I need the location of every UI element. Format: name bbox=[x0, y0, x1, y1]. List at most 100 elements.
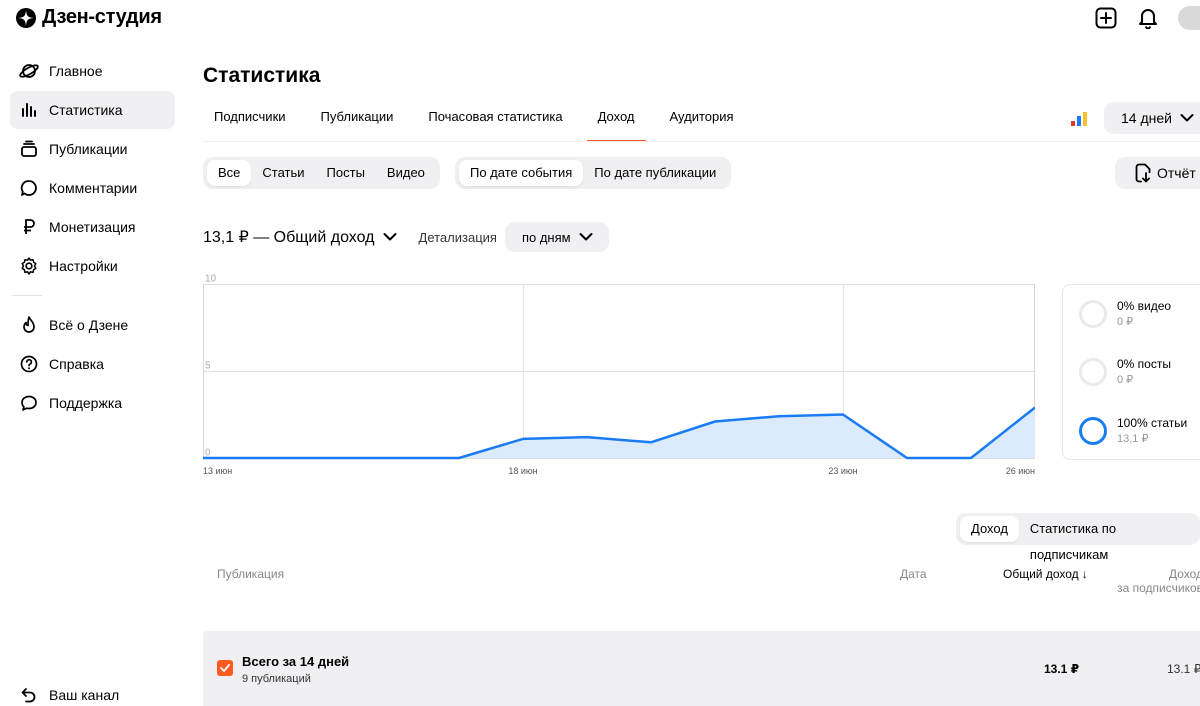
sidebar-bottom: Ваш канал bbox=[10, 676, 119, 706]
table-mode-switch: Доход Статистика по подписчикам bbox=[956, 513, 1200, 562]
chevron-down-icon bbox=[383, 233, 397, 241]
chat-icon bbox=[19, 393, 39, 413]
tab-income[interactable]: Доход bbox=[586, 104, 646, 142]
table-tab-income[interactable]: Доход bbox=[960, 516, 1019, 542]
question-icon bbox=[19, 354, 39, 374]
column-date[interactable]: Дата bbox=[900, 567, 927, 581]
sidebar-item-monetization[interactable]: Монетизация bbox=[10, 208, 175, 246]
share-articles: 100% статьи 13,1 ₽ bbox=[1079, 416, 1187, 445]
table-row-total: Всего за 14 дней 9 публикаций 13.1 ₽ 13.… bbox=[203, 631, 1200, 706]
comment-icon bbox=[19, 178, 39, 198]
share-video: 0% видео 0 ₽ bbox=[1079, 299, 1171, 328]
sidebar-item-help[interactable]: Справка bbox=[10, 345, 175, 383]
sidebar-item-label: Справка bbox=[49, 356, 104, 372]
chart-x-tick-label: 13 июн bbox=[203, 466, 232, 476]
tab-publications[interactable]: Публикации bbox=[310, 104, 405, 142]
share-percent: 100% статьи bbox=[1117, 416, 1188, 430]
filter-by-event-date[interactable]: По дате события bbox=[459, 160, 584, 186]
total-income-select[interactable]: 13,1 ₽ — Общий доход bbox=[203, 227, 397, 247]
content-type-filter: Все Статьи Посты Видео bbox=[203, 157, 440, 189]
sidebar-item-your-channel[interactable]: Ваш канал bbox=[10, 676, 119, 706]
bell-icon bbox=[1139, 9, 1157, 29]
detail-select[interactable]: по дням bbox=[504, 222, 609, 252]
income-summary: 13,1 ₽ — Общий доход Детализация по дням bbox=[203, 222, 609, 252]
detail-label: Детализация bbox=[418, 229, 497, 245]
filter-articles[interactable]: Статьи bbox=[251, 160, 315, 186]
tab-audience[interactable]: Аудитория bbox=[659, 104, 745, 142]
filter-video[interactable]: Видео bbox=[376, 160, 436, 186]
zen-logo-icon bbox=[16, 7, 36, 28]
total-checkbox[interactable] bbox=[217, 660, 233, 676]
chevron-down-icon bbox=[579, 233, 593, 241]
share-ring bbox=[1079, 417, 1107, 445]
filter-posts[interactable]: Посты bbox=[316, 160, 376, 186]
back-arrow-icon bbox=[19, 685, 39, 705]
sort-arrow-icon: ↓ bbox=[1081, 567, 1088, 581]
share-amount: 13,1 ₽ bbox=[1117, 433, 1149, 445]
column-subscriber-income-line1: Доход bbox=[1168, 567, 1200, 581]
gear-icon bbox=[19, 256, 39, 276]
total-row-subtitle: 9 публикаций bbox=[242, 673, 311, 685]
chart-type-icon[interactable] bbox=[1071, 110, 1089, 126]
total-income-label: 13,1 ₽ — Общий доход bbox=[203, 229, 375, 246]
ruble-icon bbox=[19, 217, 39, 237]
income-chart: 051013 июн 18 июн 23 июн 26 июн bbox=[203, 274, 1035, 476]
sidebar-item-home[interactable]: Главное bbox=[10, 52, 175, 90]
date-mode-filter: По дате события По дате публикации bbox=[455, 157, 732, 189]
chart-y-tick-label: 10 bbox=[205, 274, 217, 285]
filter-all[interactable]: Все bbox=[207, 160, 252, 186]
tabs-divider bbox=[203, 141, 1200, 142]
avatar[interactable] bbox=[1178, 6, 1200, 30]
share-percent: 0% видео bbox=[1117, 299, 1172, 313]
flame-icon bbox=[19, 315, 39, 335]
sidebar-item-support[interactable]: Поддержка bbox=[10, 384, 175, 422]
column-subscriber-income-line2: за подписчиков bbox=[1117, 581, 1200, 595]
sidebar-item-statistics[interactable]: Статистика bbox=[10, 91, 175, 129]
file-download-icon bbox=[1135, 163, 1151, 183]
sidebar: Главное Статистика Публикации Комментари… bbox=[10, 52, 175, 423]
column-total-income[interactable]: Общий доход ↓ bbox=[1003, 567, 1088, 581]
app-logo[interactable]: Дзен-студия bbox=[16, 6, 162, 29]
sidebar-item-settings[interactable]: Настройки bbox=[10, 247, 175, 285]
chart-x-tick-label: 26 июн bbox=[1006, 466, 1035, 476]
bar-chart-icon bbox=[19, 100, 39, 120]
period-label: 14 дней bbox=[1121, 110, 1172, 126]
sidebar-divider bbox=[12, 295, 42, 296]
sidebar-item-label: Главное bbox=[49, 63, 103, 79]
content-share-panel: 0% видео 0 ₽ 0% посты 0 ₽ 100% статьи 13… bbox=[1062, 284, 1200, 460]
sidebar-item-publications[interactable]: Публикации bbox=[10, 130, 175, 168]
sidebar-item-label: Монетизация bbox=[49, 219, 136, 235]
table-tab-subscriber-stats[interactable]: Статистика по подписчикам bbox=[1019, 516, 1196, 562]
planet-icon bbox=[19, 61, 39, 81]
share-percent: 0% посты bbox=[1117, 357, 1171, 371]
report-button[interactable]: Отчёт bbox=[1115, 157, 1200, 189]
column-publication[interactable]: Публикация bbox=[217, 567, 284, 581]
sidebar-item-about-zen[interactable]: Всё о Дзене bbox=[10, 306, 175, 344]
create-button[interactable] bbox=[1094, 6, 1118, 30]
detail-value: по дням bbox=[521, 229, 571, 245]
notifications-button[interactable] bbox=[1136, 6, 1160, 30]
check-icon bbox=[220, 664, 230, 672]
share-ring bbox=[1079, 300, 1107, 328]
tab-subscribers[interactable]: Подписчики bbox=[203, 104, 297, 142]
chart-area-fill bbox=[203, 407, 1035, 458]
total-row-subscriber-income: 13.1 ₽ bbox=[1167, 662, 1200, 676]
page-title: Статистика bbox=[203, 64, 321, 87]
sidebar-item-label: Всё о Дзене bbox=[49, 317, 129, 333]
sidebar-item-comments[interactable]: Комментарии bbox=[10, 169, 175, 207]
column-total-income-label: Общий доход bbox=[1003, 567, 1079, 581]
sidebar-item-label: Комментарии bbox=[49, 180, 138, 196]
period-select[interactable]: 14 дней bbox=[1104, 102, 1200, 134]
total-row-title: Всего за 14 дней bbox=[242, 654, 350, 669]
share-amount: 0 ₽ bbox=[1117, 374, 1134, 386]
share-ring bbox=[1079, 358, 1107, 386]
column-subscriber-income[interactable]: Доход за подписчиков bbox=[1113, 567, 1200, 595]
chevron-down-icon bbox=[1180, 114, 1194, 122]
filter-by-publication-date[interactable]: По дате публикации bbox=[583, 160, 727, 186]
sidebar-item-label: Ваш канал bbox=[49, 687, 120, 703]
app-title: Дзен-студия bbox=[42, 6, 162, 28]
share-posts: 0% посты 0 ₽ bbox=[1079, 357, 1171, 386]
report-label: Отчёт bbox=[1157, 165, 1196, 181]
sidebar-item-label: Поддержка bbox=[49, 395, 123, 411]
tab-hourly-stats[interactable]: Почасовая статистика bbox=[417, 104, 573, 142]
